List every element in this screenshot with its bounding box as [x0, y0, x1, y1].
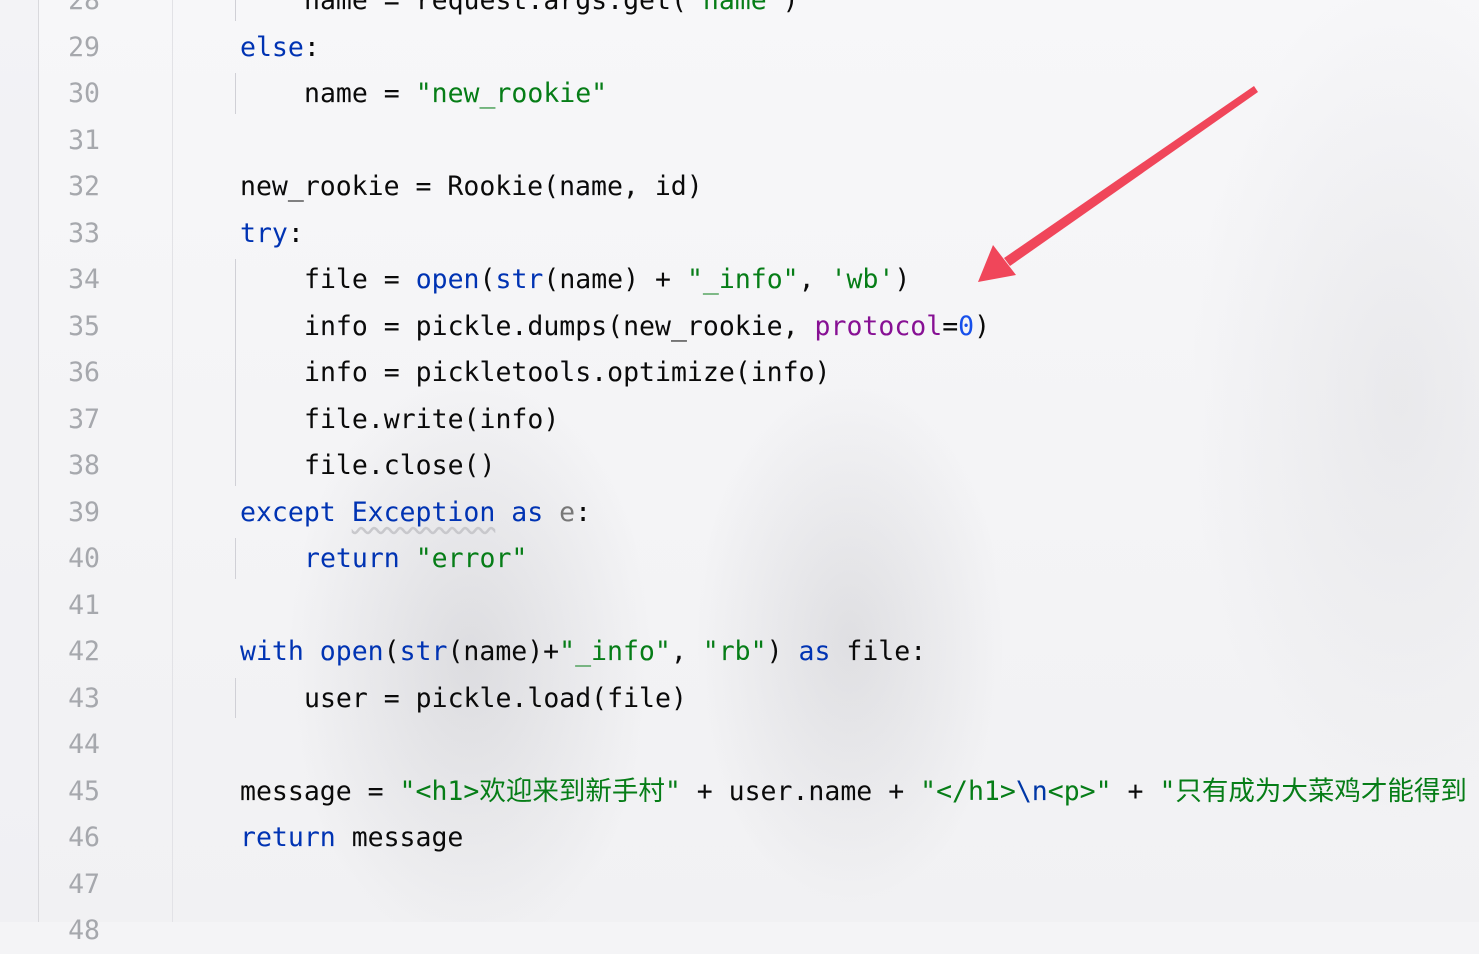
red-annotation-arrow [978, 86, 1258, 282]
arrow-shaft [1004, 86, 1258, 266]
